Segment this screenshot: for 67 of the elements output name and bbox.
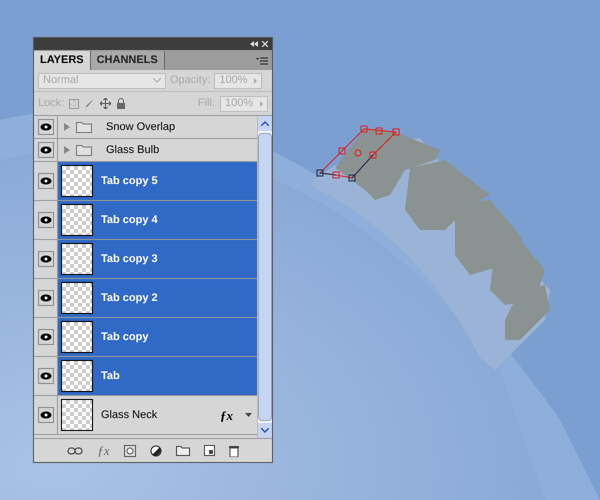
- caret-icon[interactable]: [245, 413, 252, 417]
- chevron-up-icon: [261, 121, 269, 126]
- layer-thumbnail: [61, 360, 93, 392]
- mask-icon[interactable]: [124, 444, 136, 456]
- visibility-toggle[interactable]: [38, 119, 54, 135]
- visibility-toggle[interactable]: [38, 407, 54, 423]
- caret-icon: [260, 100, 263, 106]
- layer-thumbnail: [61, 399, 93, 431]
- caret-icon: [254, 78, 258, 84]
- layer-name: Tab copy 3: [101, 252, 158, 267]
- folder-icon[interactable]: [176, 445, 190, 456]
- layer-name: Tab copy 5: [101, 174, 158, 189]
- lock-icon[interactable]: [116, 98, 126, 109]
- scroll-down-button[interactable]: [258, 423, 272, 438]
- eye-icon: [40, 177, 52, 185]
- layer-thumbnail: [61, 165, 93, 197]
- visibility-toggle[interactable]: [38, 329, 54, 345]
- scroll-up-button[interactable]: [258, 116, 272, 131]
- new-layer-icon[interactable]: [204, 445, 215, 456]
- layer-name: Glass Neck: [101, 408, 158, 423]
- adjustment-icon[interactable]: [150, 444, 162, 456]
- link-icon[interactable]: [67, 446, 84, 454]
- layer-name: Tab copy: [101, 330, 148, 345]
- move-icon[interactable]: [100, 98, 112, 109]
- chevron-down-icon: [261, 428, 269, 433]
- layer-name: Snow Overlap: [106, 120, 176, 135]
- folder-icon: [76, 144, 92, 156]
- layer-name: Glass Bulb: [106, 142, 160, 158]
- scroll-thumb[interactable]: [258, 133, 272, 421]
- layer-name: Tab: [101, 368, 120, 384]
- visibility-toggle[interactable]: [38, 251, 54, 267]
- panel-tab[interactable]: LAYERS: [34, 51, 91, 70]
- eye-icon: [40, 372, 52, 380]
- eye-icon: [40, 146, 52, 154]
- visibility-toggle[interactable]: [38, 290, 54, 306]
- layer-thumbnail: [61, 321, 93, 353]
- eye-icon: [40, 255, 52, 263]
- layer-row[interactable]: Tab: [58, 357, 257, 395]
- scrollbar[interactable]: [257, 116, 272, 438]
- layer-thumbnail: [61, 282, 93, 314]
- visibility-toggle[interactable]: [38, 212, 54, 228]
- eye-icon: [40, 333, 52, 341]
- visibility-toggle[interactable]: [38, 368, 54, 384]
- layer-name: Tab copy 4: [101, 212, 158, 228]
- eye-icon: [40, 294, 52, 302]
- layer-row[interactable]: Tab copy: [58, 318, 257, 356]
- eye-icon: [40, 123, 52, 131]
- layer-row[interactable]: Tab copy 2: [58, 279, 257, 317]
- effects-icon[interactable]: ƒx: [220, 408, 233, 422]
- layer-row[interactable]: Tab copy 4: [58, 201, 257, 239]
- layer-name: Tab copy 2: [101, 290, 158, 306]
- layer-row[interactable]: Tab copy 5: [58, 162, 257, 200]
- panel-menu-icon[interactable]: [256, 57, 268, 66]
- layer-thumbnail: [61, 204, 93, 236]
- collapse-icon[interactable]: [250, 41, 258, 47]
- visibility-toggle[interactable]: [38, 142, 54, 158]
- layer-thumbnail: [61, 243, 93, 275]
- eye-icon: [40, 216, 52, 224]
- panel-tab[interactable]: CHANNELS: [90, 51, 165, 70]
- effects-icon[interactable]: ƒx: [97, 440, 110, 460]
- visibility-toggle[interactable]: [38, 173, 54, 189]
- trash-icon[interactable]: [228, 444, 239, 456]
- layer-row[interactable]: Tab copy 3: [58, 240, 257, 278]
- close-icon[interactable]: [262, 41, 268, 47]
- folder-icon: [76, 121, 92, 133]
- eye-icon: [40, 411, 52, 419]
- chevron-down-icon: [153, 78, 161, 83]
